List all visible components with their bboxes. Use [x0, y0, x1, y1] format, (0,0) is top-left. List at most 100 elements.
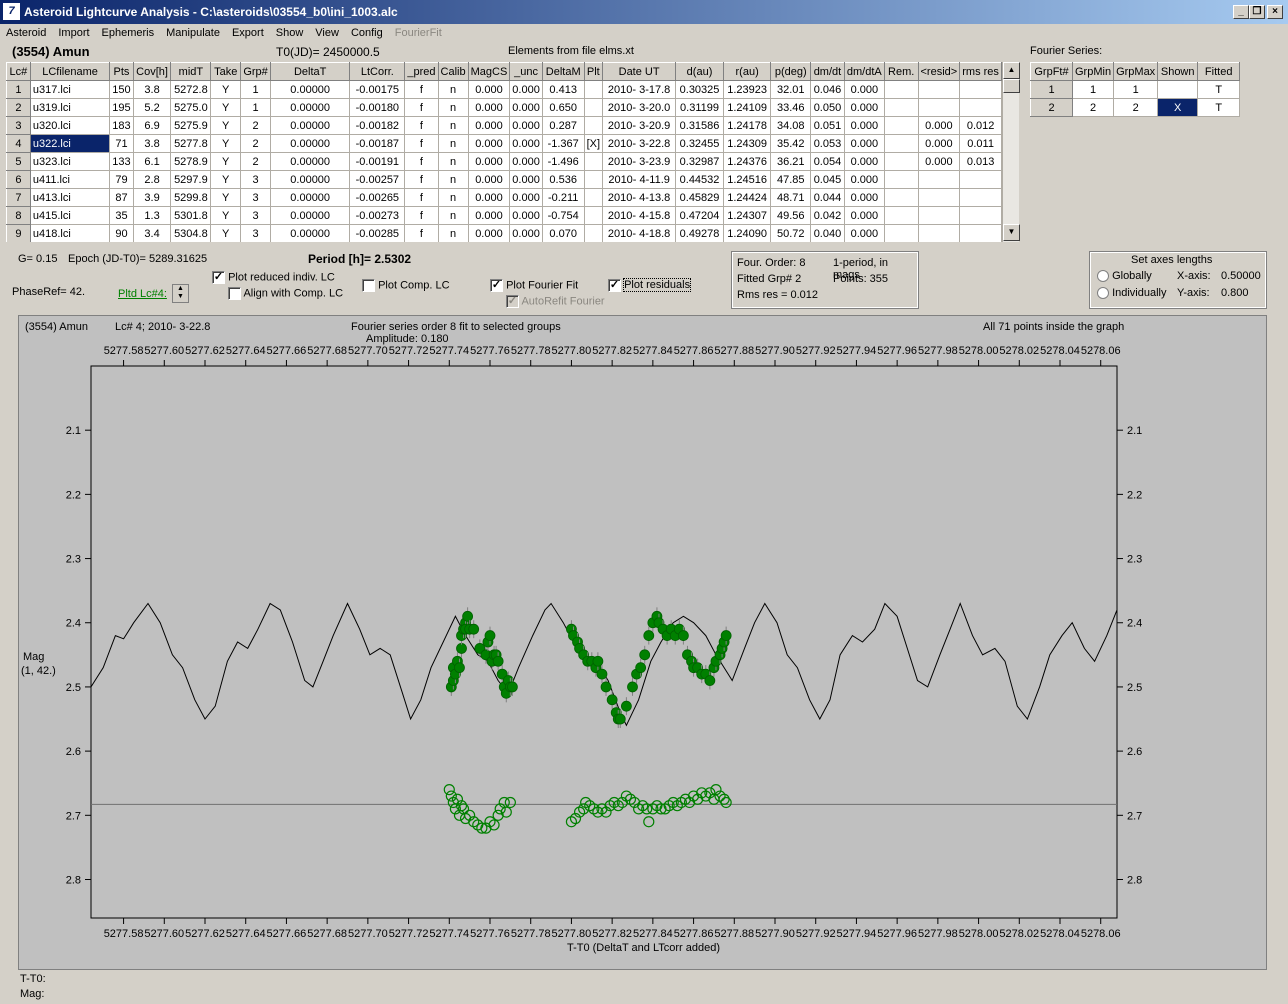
table-cell[interactable]	[959, 206, 1002, 225]
table-cell[interactable]	[883, 116, 919, 135]
table-cell[interactable]: -0.00273	[349, 206, 406, 225]
table-cell[interactable]: 2.8	[132, 170, 172, 189]
table-cell[interactable]: u411.lci	[29, 170, 111, 189]
table-cell[interactable]: 2	[240, 116, 272, 135]
table-row[interactable]: 6 u411.lci 79 2.8 5297.9 Y 3 0.00000 -0.00257 f n 0…	[6, 170, 1002, 189]
lc-table-scrollbar[interactable]: ▲ ▼	[1002, 62, 1020, 242]
table-cell[interactable]: 48.71	[770, 188, 812, 207]
row-header[interactable]: 2	[1030, 98, 1073, 117]
fourier-column-header[interactable]: GrpMax	[1113, 62, 1159, 81]
table-cell[interactable]: 0.000	[843, 188, 885, 207]
table-cell[interactable]: 0.000	[917, 116, 961, 135]
lc-column-header[interactable]: dm/dtA	[843, 62, 885, 81]
table-cell[interactable]: n	[437, 80, 469, 99]
table-cell[interactable]: -0.00257	[349, 170, 406, 189]
lc-column-header[interactable]: Lc#	[6, 62, 31, 81]
table-cell[interactable]: 6.9	[132, 116, 172, 135]
table-cell[interactable]: 133	[109, 152, 134, 171]
table-cell[interactable]	[883, 188, 919, 207]
table-cell[interactable]: 6.1	[132, 152, 172, 171]
table-cell[interactable]: 0.050	[810, 98, 845, 117]
plot-residuals-checkbox[interactable]: ✓ Plot residuals	[608, 278, 692, 293]
table-cell[interactable]	[583, 170, 604, 189]
checkbox-icon[interactable]: ✓	[608, 279, 621, 292]
table-cell[interactable]: 0.000	[509, 152, 543, 171]
table-cell[interactable]: 5275.9	[170, 116, 212, 135]
table-row[interactable]: 3 u320.lci 183 6.9 5275.9 Y 2 0.00000 -0.00182 f n…	[6, 116, 1002, 135]
lc-column-header[interactable]: LCfilename	[29, 62, 111, 81]
table-cell[interactable]: 90	[109, 224, 134, 242]
table-cell[interactable]: u317.lci	[29, 80, 111, 99]
table-cell[interactable]: -0.00187	[349, 134, 406, 153]
table-cell[interactable]: 5.2	[132, 98, 172, 117]
table-cell[interactable]: Y	[210, 188, 242, 207]
table-cell[interactable]: 0.070	[541, 224, 585, 242]
scroll-up-icon[interactable]: ▲	[1003, 62, 1020, 79]
lc-column-header[interactable]: dm/dt	[810, 62, 845, 81]
table-cell[interactable]: 3	[240, 206, 272, 225]
table-cell[interactable]: [X]	[583, 134, 604, 153]
menu-config[interactable]: Config	[345, 24, 389, 39]
table-cell[interactable]	[883, 206, 919, 225]
table-cell[interactable]: 34.08	[770, 116, 812, 135]
table-cell[interactable]: n	[437, 188, 469, 207]
table-cell[interactable]: 1.24178	[722, 116, 772, 135]
table-cell[interactable]: 0.000	[509, 116, 543, 135]
table-row[interactable]: 1 u317.lci 150 3.8 5272.8 Y 1 0.00000 -0.00175 f n…	[6, 80, 1002, 99]
table-cell[interactable]: 0.000	[509, 98, 543, 117]
table-cell[interactable]: Y	[210, 134, 242, 153]
lc-column-header[interactable]: _unc	[509, 62, 543, 81]
table-cell[interactable]: 1	[1113, 80, 1159, 99]
table-cell[interactable]: 0.040	[810, 224, 845, 242]
table-cell[interactable]: f	[404, 224, 439, 242]
table-cell[interactable]: 3	[240, 170, 272, 189]
table-cell[interactable]: -1.367	[541, 134, 585, 153]
lc-column-header[interactable]: rms res	[959, 62, 1002, 81]
table-cell[interactable]: 5275.0	[170, 98, 212, 117]
table-cell[interactable]: 0.00000	[270, 98, 351, 117]
individually-radio[interactable]: Individually	[1097, 287, 1166, 300]
lc-column-header[interactable]: Calib	[437, 62, 469, 81]
table-cell[interactable]: 150	[109, 80, 134, 99]
table-cell[interactable]	[883, 80, 919, 99]
checkbox-icon[interactable]: ✓	[490, 279, 503, 292]
table-cell[interactable]: 50.72	[770, 224, 812, 242]
table-cell[interactable]: Y	[210, 98, 242, 117]
table-cell[interactable]: 5278.9	[170, 152, 212, 171]
lc-column-header[interactable]: midT	[170, 62, 212, 81]
lightcurve-plot-panel[interactable]: (3554) Amun Lc# 4; 2010- 3-22.8 Fourier …	[18, 315, 1267, 970]
table-cell[interactable]: f	[404, 170, 439, 189]
table-cell[interactable]: 0.00000	[270, 152, 351, 171]
table-cell[interactable]: 3.4	[132, 224, 172, 242]
table-cell[interactable]: u418.lci	[29, 224, 111, 242]
row-header[interactable]: 6	[6, 170, 31, 189]
table-cell[interactable]	[883, 170, 919, 189]
table-cell[interactable]: 2010- 3-23.9	[602, 152, 677, 171]
table-cell[interactable]: 0.000	[843, 224, 885, 242]
table-cell[interactable]: 1.24109	[722, 98, 772, 117]
table-cell[interactable]: 49.56	[770, 206, 812, 225]
lc-column-header[interactable]: Cov[h]	[132, 62, 172, 81]
table-cell[interactable]: 0.000	[843, 134, 885, 153]
table-cell[interactable]: 1.24516	[722, 170, 772, 189]
table-cell[interactable]: 0.00000	[270, 134, 351, 153]
lc-column-header[interactable]: MagCS	[467, 62, 511, 81]
table-cell[interactable]: 0.32987	[675, 152, 724, 171]
table-cell[interactable]: u322.lci	[29, 134, 111, 153]
table-cell[interactable]: -1.496	[541, 152, 585, 171]
table-cell[interactable]: 0.00000	[270, 206, 351, 225]
table-cell[interactable]: 0.287	[541, 116, 585, 135]
table-cell[interactable]: 0.000	[843, 116, 885, 135]
table-cell[interactable]: 0.054	[810, 152, 845, 171]
table-cell[interactable]: 71	[109, 134, 134, 153]
table-cell[interactable]: 2010- 3-22.8	[602, 134, 677, 153]
menu-asteroid[interactable]: Asteroid	[0, 24, 52, 39]
xaxis-value[interactable]: 0.50000	[1221, 270, 1261, 282]
table-cell[interactable]: 3.8	[132, 134, 172, 153]
table-cell[interactable]: 2010- 3-20.0	[602, 98, 677, 117]
table-cell[interactable]: 3.8	[132, 80, 172, 99]
table-cell[interactable]	[917, 224, 961, 242]
table-cell[interactable]: 0.45829	[675, 188, 724, 207]
table-cell[interactable]: 0.000	[467, 98, 511, 117]
table-cell[interactable]	[959, 170, 1002, 189]
